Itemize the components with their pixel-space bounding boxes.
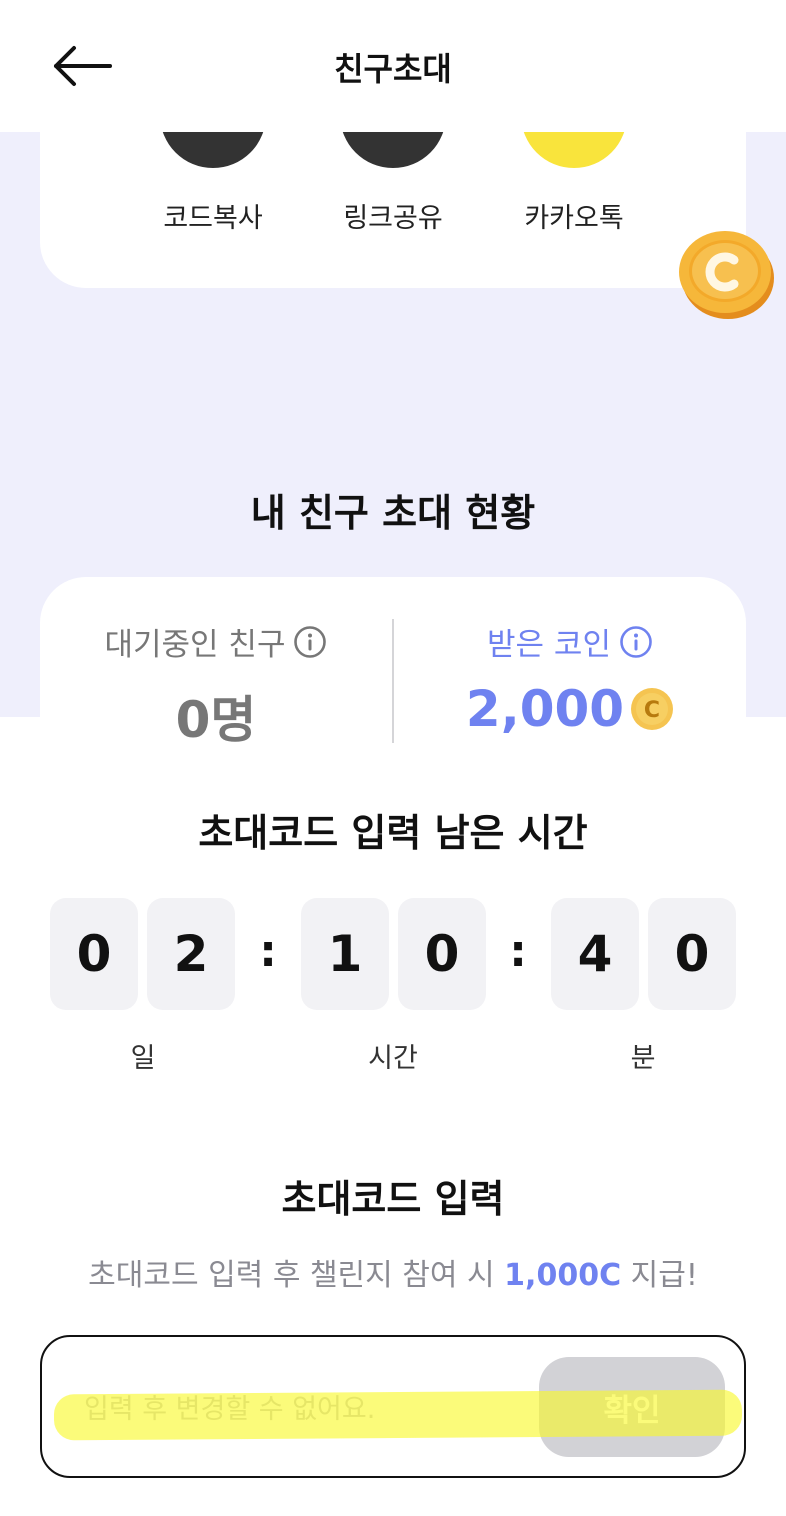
received-coins-stat: 받은 코인 2,000 C — [420, 619, 720, 738]
timer-title: 초대코드 입력 남은 시간 — [198, 811, 588, 855]
timer-separator: : — [509, 926, 527, 977]
code-input-box: 확인 — [40, 1335, 746, 1478]
share-card-area: 코드복사 링크공유 카카오톡 — [0, 132, 786, 292]
info-icon[interactable] — [293, 625, 327, 659]
header: 친구초대 — [0, 0, 786, 132]
timer-digit-hour-ones: 0 — [398, 898, 486, 1010]
page-title: 친구초대 — [334, 50, 452, 88]
reward-amount: 1,000C — [504, 1258, 622, 1293]
timer-digit-day-tens: 0 — [50, 898, 138, 1010]
timer-digit-min-tens: 4 — [551, 898, 639, 1010]
timer-digit-day-ones: 2 — [147, 898, 235, 1010]
timer-unit-days: 일 — [130, 1043, 156, 1074]
timer-digit-min-ones: 0 — [648, 898, 736, 1010]
coin-decoration-icon — [679, 231, 774, 319]
timer-unit-minutes: 분 — [630, 1043, 656, 1074]
divider — [392, 619, 394, 743]
pending-friends-stat: 대기중인 친구 0명 — [66, 619, 366, 752]
share-card: 코드복사 링크공유 카카오톡 — [40, 132, 746, 288]
timer-digit-hour-tens: 1 — [301, 898, 389, 1010]
info-icon[interactable] — [619, 625, 653, 659]
pending-friends-value: 0명 — [175, 691, 257, 749]
code-title: 초대코드 입력 — [281, 1177, 505, 1221]
kakaotalk-icon[interactable] — [521, 132, 627, 168]
svg-text:C: C — [644, 698, 660, 723]
link-share-icon[interactable] — [340, 132, 446, 168]
confirm-button[interactable]: 확인 — [539, 1357, 725, 1457]
copy-code-label: 코드복사 — [163, 203, 263, 234]
link-share-label: 링크공유 — [343, 203, 443, 234]
kakaotalk-label: 카카오톡 — [524, 203, 624, 234]
timer-separator: : — [259, 926, 277, 977]
copy-code-icon[interactable] — [160, 132, 266, 168]
coin-icon: C — [631, 688, 674, 730]
code-subtitle: 초대코드 입력 후 챌린지 참여 시 1,000C 지급! — [88, 1258, 698, 1293]
received-coins-value: 2,000 — [465, 680, 625, 738]
status-title: 내 친구 초대 현황 — [250, 491, 536, 535]
timer-unit-hours: 시간 — [368, 1043, 418, 1074]
pending-friends-label: 대기중인 친구 — [104, 627, 286, 663]
invite-code-input[interactable] — [84, 1387, 524, 1431]
status-card: 대기중인 친구 0명 받은 코인 2,000 C — [40, 577, 746, 785]
screen: 친구초대 내 친구 초대 현황 대기중인 친구 0명 받은 코인 2,000 C… — [0, 0, 786, 1516]
received-coins-label: 받은 코인 — [487, 627, 611, 663]
